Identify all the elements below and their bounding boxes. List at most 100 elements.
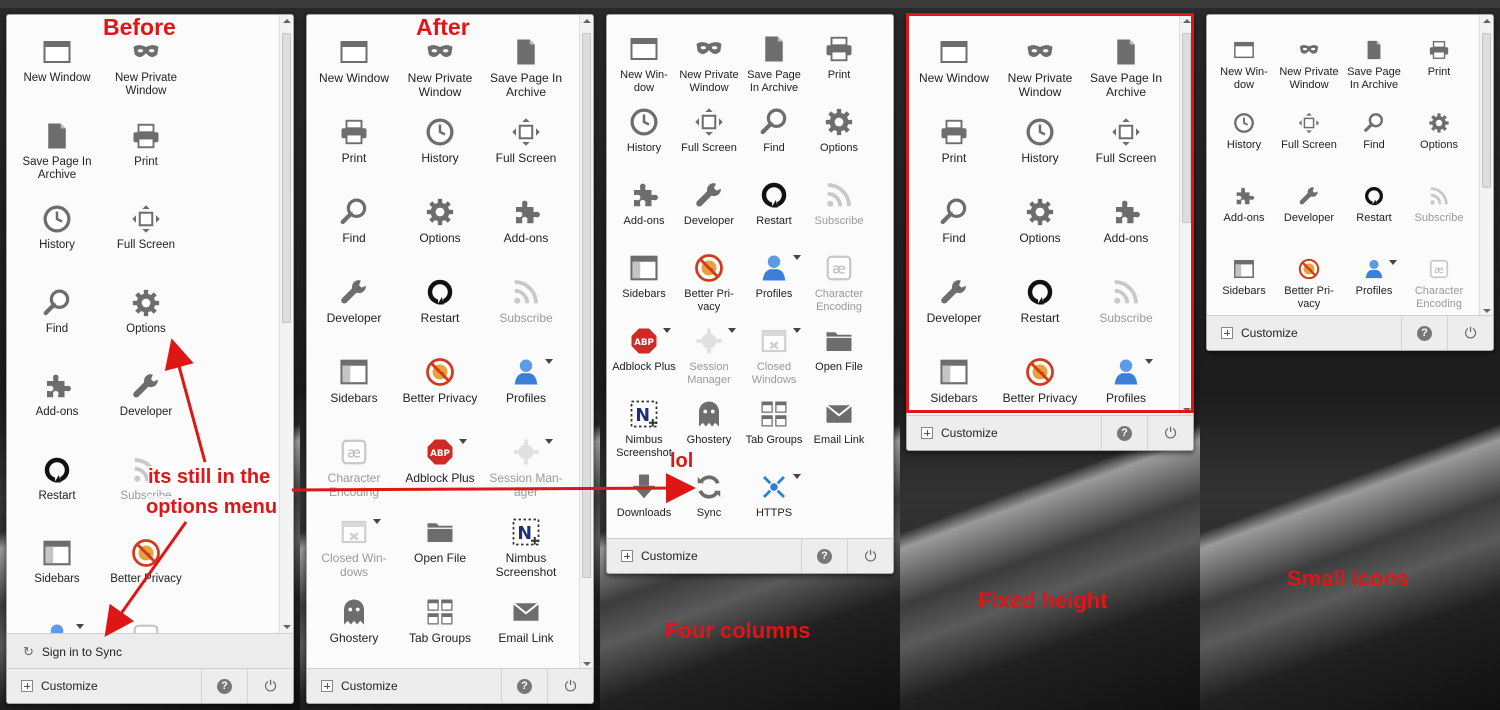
menu-item-email-link[interactable]: Email Link [807,397,871,447]
menu-item-history[interactable]: History [14,202,100,252]
menu-item-sidebars[interactable]: Sidebars [312,355,396,406]
menu-item-developer[interactable]: Developer [1277,183,1341,225]
quit-button[interactable]: ⏻ [1447,316,1493,350]
menu-item-developer[interactable]: Developer [103,369,189,419]
dropdown-arrow-icon[interactable] [793,328,801,333]
dropdown-arrow-icon[interactable] [545,439,553,444]
customize-button[interactable]: Customize [1207,326,1401,340]
help-button[interactable]: ? [1401,316,1447,350]
quit-button[interactable]: ⏻ [1147,416,1193,450]
menu-item-find[interactable]: Find [312,195,396,246]
menu-item-new-win-dow[interactable]: New Win-dow [612,32,676,94]
customize-button[interactable]: Customize [907,426,1101,440]
menu-item-print[interactable]: Print [1407,37,1471,79]
menu-item-email-link[interactable]: Email Link [484,595,568,646]
menu-item-better-pri-vacy[interactable]: Better Pri-vacy [677,251,741,313]
dropdown-arrow-icon[interactable] [459,439,467,444]
menu-item-adblock-plus[interactable]: ABP Adblock Plus [612,324,676,374]
menu-item-full-screen[interactable]: Full Screen [1277,110,1341,152]
dropdown-arrow-icon[interactable] [728,328,736,333]
dropdown-arrow-icon[interactable] [793,474,801,479]
menu-item-full-screen[interactable]: Full Screen [677,105,741,155]
menu-item-closed-windows[interactable]: Closed Windows [742,324,806,386]
menu-item-character-encoding[interactable]: æ Character Encoding [807,251,871,313]
menu-item-restart[interactable]: Restart [14,453,100,503]
menu-item-find[interactable]: Find [14,286,100,336]
menu-item-restart[interactable]: Restart [1342,183,1406,225]
menu-item-profiles[interactable]: Profiles [1342,256,1406,298]
menu-item-closed-win-dows[interactable]: Closed Win-dows [312,515,396,580]
menu-item-open-file[interactable]: Open File [807,324,871,374]
menu-item-sidebars[interactable]: Sidebars [1212,256,1276,298]
menu-item-sidebars[interactable]: Sidebars [14,536,100,586]
customize-button[interactable]: Customize [607,549,801,563]
customize-button[interactable]: Customize [7,679,201,693]
dropdown-arrow-icon[interactable] [793,255,801,260]
menu-item-options[interactable]: Options [398,195,482,246]
help-button[interactable]: ? [1101,416,1147,450]
menu-item-options[interactable]: Options [103,286,189,336]
menu-item-save-page-in-archive[interactable]: Save Page In Archive [14,119,100,182]
menu-item-profiles[interactable]: Profiles [742,251,806,301]
menu-item-restart[interactable]: Restart [398,275,482,326]
menu-item-open-file[interactable]: Open File [398,515,482,566]
menu-item-sync[interactable]: Sync [677,470,741,520]
menu-item-better-pri-vacy[interactable]: Better Pri-vacy [1277,256,1341,310]
menu-item-nimbus-screenshot[interactable]: N Nimbus Screenshot [612,397,676,459]
menu-item-new-private-window[interactable]: New Private Window [398,35,482,100]
menu-scrollbar[interactable] [579,15,593,670]
customize-button[interactable]: Customize [307,679,501,693]
menu-item-character-encoding[interactable]: æ Character Encoding [312,435,396,500]
menu-item-add-ons[interactable]: Add-ons [484,195,568,246]
menu-item-session-manager[interactable]: Session Manager [677,324,741,386]
menu-item-find[interactable]: Find [742,105,806,155]
menu-item-save-page-in-archive[interactable]: Save Page In Archive [484,35,568,100]
menu-item-adblock-plus[interactable]: ABP Adblock Plus [398,435,482,486]
menu-item-print[interactable]: Print [312,115,396,166]
menu-item-new-window[interactable]: New Window [312,35,396,86]
menu-item-downloads[interactable]: Downloads [612,470,676,520]
menu-item-tab-groups[interactable]: Tab Groups [742,397,806,447]
menu-item-better-privacy[interactable]: Better Privacy [398,355,482,406]
menu-scrollbar[interactable] [279,15,293,633]
menu-scrollbar[interactable] [1479,15,1493,317]
menu-item-nimbus-screenshot[interactable]: N Nimbus Screenshot [484,515,568,580]
menu-item-ghostery[interactable]: Ghostery [677,397,741,447]
menu-item-sidebars[interactable]: Sidebars [612,251,676,301]
dropdown-arrow-icon[interactable] [76,623,84,629]
menu-item-history[interactable]: History [398,115,482,166]
help-button[interactable]: ? [801,539,847,573]
menu-item-find[interactable]: Find [1342,110,1406,152]
sign-in-to-sync-button[interactable]: ↻ Sign in to Sync [7,633,293,670]
menu-item-print[interactable]: Print [807,32,871,82]
help-button[interactable]: ? [201,669,247,703]
menu-item-developer[interactable]: Developer [312,275,396,326]
menu-item-profiles[interactable]: Profiles [484,355,568,406]
menu-item-add-ons[interactable]: Add-ons [14,369,100,419]
menu-item-new-private-window[interactable]: New Private Window [677,32,741,94]
menu-item-options[interactable]: Options [1407,110,1471,152]
menu-item-history[interactable]: History [1212,110,1276,152]
menu-item-add-ons[interactable]: Add-ons [612,178,676,228]
quit-button[interactable]: ⏻ [247,669,293,703]
help-button[interactable]: ? [501,669,547,703]
dropdown-arrow-icon[interactable] [545,359,553,364]
menu-item-developer[interactable]: Developer [677,178,741,228]
menu-item-options[interactable]: Options [807,105,871,155]
dropdown-arrow-icon[interactable] [663,328,671,333]
menu-item-print[interactable]: Print [103,119,189,169]
menu-item-restart[interactable]: Restart [742,178,806,228]
quit-button[interactable]: ⏻ [547,669,593,703]
menu-item-https[interactable]: HTTPS [742,470,806,520]
menu-item-full-screen[interactable]: Full Screen [103,202,189,252]
menu-item-save-page-in-archive[interactable]: Save Page In Archive [742,32,806,94]
menu-item-ghostery[interactable]: Ghostery [312,595,396,646]
menu-item-new-window[interactable]: New Window [14,35,100,85]
menu-item-new-private-window[interactable]: New Private Window [1277,37,1341,91]
menu-item-new-win-dow[interactable]: New Win-dow [1212,37,1276,91]
menu-item-subscribe[interactable]: Subscribe [484,275,568,326]
dropdown-arrow-icon[interactable] [373,519,381,524]
menu-item-save-page-in-archive[interactable]: Save Page In Archive [1342,37,1406,91]
menu-item-new-private-window[interactable]: New Private Window [103,35,189,98]
menu-item-tab-groups[interactable]: Tab Groups [398,595,482,646]
